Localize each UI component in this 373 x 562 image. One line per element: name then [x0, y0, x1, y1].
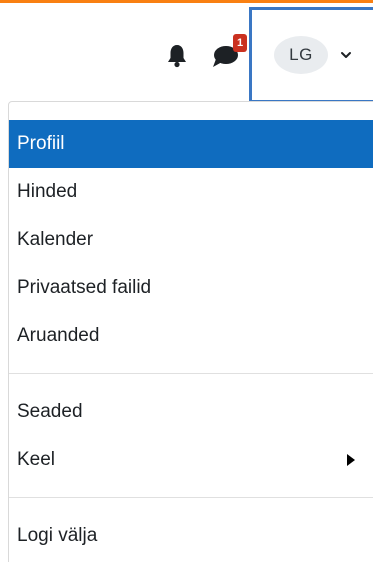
menu-item-label: Seaded — [17, 401, 83, 422]
menu-item-profile[interactable]: Profiil — [9, 120, 373, 168]
user-menu-toggle[interactable]: LG — [249, 7, 373, 103]
menu-divider — [9, 497, 373, 498]
menu-item-calendar[interactable]: Kalender — [9, 216, 373, 264]
bell-icon[interactable] — [166, 43, 188, 69]
page: 1 LG Profiil Hinded Kalender Privaatsed … — [0, 0, 373, 562]
menu-item-logout[interactable]: Logi välja — [9, 512, 373, 560]
menu-item-label: Hinded — [17, 181, 78, 202]
menu-item-language[interactable]: Keel — [9, 436, 373, 484]
menu-item-preferences[interactable]: Seaded — [9, 388, 373, 436]
menu-item-label: Logi välja — [17, 525, 98, 546]
menu-item-label: Kalender — [17, 229, 94, 250]
menu-item-reports[interactable]: Aruanded — [9, 312, 373, 360]
chevron-down-icon — [341, 52, 351, 58]
menu-item-label: Aruanded — [17, 325, 100, 346]
user-dropdown-menu: Profiil Hinded Kalender Privaatsed faili… — [8, 101, 373, 562]
menu-item-grades[interactable]: Hinded — [9, 168, 373, 216]
navbar: 1 LG — [0, 3, 373, 103]
menu-divider — [9, 373, 373, 374]
menu-item-label: Privaatsed failid — [17, 277, 152, 298]
caret-right-icon — [347, 454, 355, 466]
menu-item-label: Keel — [17, 449, 56, 470]
menu-item-private-files[interactable]: Privaatsed failid — [9, 264, 373, 312]
menu-item-label: Profiil — [17, 133, 65, 154]
avatar: LG — [274, 36, 328, 74]
messages-badge: 1 — [233, 34, 247, 52]
